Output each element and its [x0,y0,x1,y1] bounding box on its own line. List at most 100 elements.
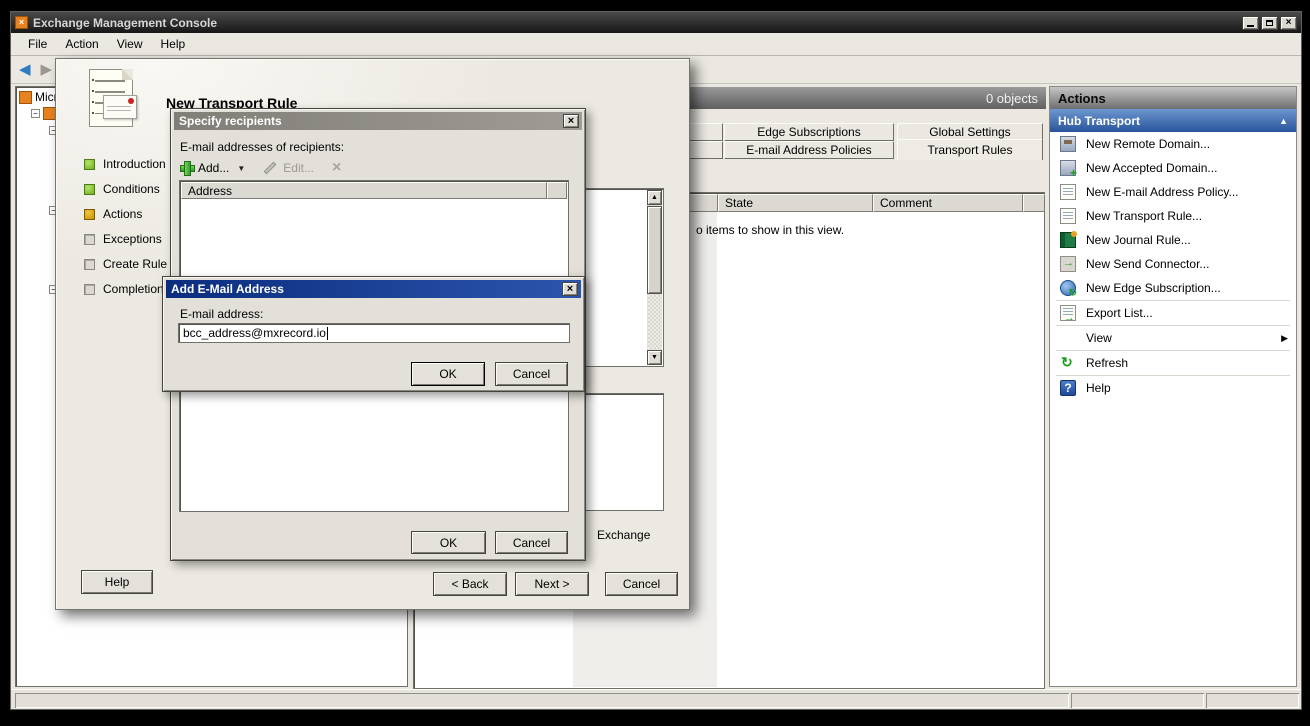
wizard-step-conditions: Conditions [84,179,160,199]
action-new-remote-domain[interactable]: New Remote Domain... [1050,132,1296,156]
exchange-tree-icon [19,91,32,104]
action-export-list[interactable]: Export List... [1050,301,1296,325]
menu-help[interactable]: Help [152,34,195,54]
wizard-step-actions: Actions [84,204,142,224]
column-header-comment[interactable]: Comment [873,194,1023,212]
status-segment [1206,693,1299,708]
action-new-email-address-policy[interactable]: New E-mail Address Policy... [1050,180,1296,204]
add-email-address-dialog: Add E-Mail Address × E-mail address: bcc… [162,276,585,392]
column-header-address[interactable]: Address [181,182,547,199]
step-done-icon [84,159,95,170]
status-segment [15,693,1069,708]
export-list-icon [1060,305,1076,321]
chevron-up-icon[interactable]: ▲ [1279,116,1288,126]
tab-email-address-policies[interactable]: E-mail Address Policies [724,141,894,159]
actions-pane: Actions Hub Transport ▲ New Remote Domai… [1049,86,1297,687]
column-header-state[interactable]: State [718,194,873,212]
step-pending-icon [84,284,95,295]
column-header-stub[interactable] [547,182,567,199]
scrollbar-thumb[interactable] [647,206,662,294]
send-connector-icon [1060,256,1076,272]
menu-action[interactable]: Action [56,34,107,54]
minimize-button[interactable] [1242,16,1259,30]
exchange-app-icon: × [15,16,28,29]
step-pending-icon [84,259,95,270]
accepted-domain-icon [1060,160,1076,176]
next-button[interactable]: Next > [515,572,589,596]
close-icon[interactable]: × [563,114,579,128]
journal-rule-icon [1060,232,1076,248]
action-view[interactable]: View ▶ [1050,326,1296,350]
delete-icon[interactable]: × [332,159,341,177]
email-address-input[interactable]: bcc_address@mxrecord.io [178,323,570,343]
refresh-icon [1060,355,1076,371]
email-address-policy-icon [1060,184,1076,200]
edit-pencil-icon [264,162,277,175]
hub-transport-group-header[interactable]: Hub Transport ▲ [1050,109,1296,132]
close-icon[interactable]: × [562,282,578,296]
action-refresh[interactable]: Refresh [1050,351,1296,375]
add-button[interactable]: Add... [198,161,229,175]
background-text-fragment: Exchange [597,528,650,542]
tree-collapse-icon[interactable]: − [31,109,40,118]
help-icon [1060,380,1076,396]
chevron-down-icon[interactable]: ▼ [237,164,245,173]
object-count: 0 objects [986,91,1038,106]
empty-view-text: o items to show in this view. [696,223,844,237]
actions-pane-title: Actions [1050,87,1296,109]
edit-button[interactable]: Edit... [283,161,314,175]
forward-icon[interactable]: ▶ [41,62,53,77]
action-new-transport-rule[interactable]: New Transport Rule... [1050,204,1296,228]
menu-view[interactable]: View [108,34,152,54]
step-current-icon [84,209,95,220]
wizard-step-exceptions: Exceptions [84,229,162,249]
window-title-bar: × Exchange Management Console × [11,12,1301,33]
action-new-edge-subscription[interactable]: New Edge Subscription... [1050,276,1296,300]
add-cancel-button[interactable]: Cancel [495,362,568,386]
close-button[interactable]: × [1280,16,1297,30]
wizard-step-completion: Completion [84,279,164,299]
scroll-up-icon[interactable]: ▲ [647,190,662,205]
status-segment [1071,693,1204,708]
wizard-cancel-button[interactable]: Cancel [605,572,678,596]
restore-icon [1266,20,1273,26]
status-bar [11,689,1301,709]
specify-recipients-title-bar: Specify recipients [174,112,582,130]
action-help[interactable]: Help [1050,376,1296,400]
email-address-label: E-mail address: [180,307,263,321]
window-title: Exchange Management Console [33,16,1240,30]
add-email-address-title-bar: Add E-Mail Address [166,280,581,298]
step-pending-icon [84,234,95,245]
tab-edge-subscriptions[interactable]: Edge Subscriptions [724,123,894,141]
scroll-down-icon[interactable]: ▼ [647,350,662,365]
wizard-help-button[interactable]: Help [81,570,153,594]
chevron-right-icon: ▶ [1281,333,1288,344]
action-new-send-connector[interactable]: New Send Connector... [1050,252,1296,276]
recipients-label: E-mail addresses of recipients: [180,140,344,154]
minimize-icon [1247,25,1254,27]
tab-transport-rules[interactable]: Transport Rules [897,139,1043,160]
actions-list: New Remote Domain... New Accepted Domain… [1050,132,1296,686]
step-done-icon [84,184,95,195]
transport-rule-icon [1060,208,1076,224]
action-new-journal-rule[interactable]: New Journal Rule... [1050,228,1296,252]
text-caret [327,327,328,340]
envelope-icon [103,95,137,119]
restore-button[interactable] [1261,16,1278,30]
specify-cancel-button[interactable]: Cancel [495,531,568,554]
add-plus-icon [181,162,194,175]
back-icon[interactable]: ◀ [19,62,31,77]
vertical-scrollbar[interactable]: ▲ ▼ [647,190,662,365]
menu-file[interactable]: File [19,34,56,54]
specify-ok-button[interactable]: OK [411,531,486,554]
action-new-accepted-domain[interactable]: New Accepted Domain... [1050,156,1296,180]
remote-domain-icon [1060,136,1076,152]
transport-rule-wizard-icon [89,69,141,133]
recipients-toolbar: Add... ▼ Edit... × [181,158,341,178]
back-button[interactable]: < Back [433,572,507,596]
tree-root-item[interactable]: Micr [19,90,58,104]
wizard-step-create-rule: Create Rule [84,254,167,274]
scrollbar-track[interactable] [648,295,661,349]
add-ok-button[interactable]: OK [411,362,485,386]
column-header-stub[interactable] [1023,194,1045,212]
